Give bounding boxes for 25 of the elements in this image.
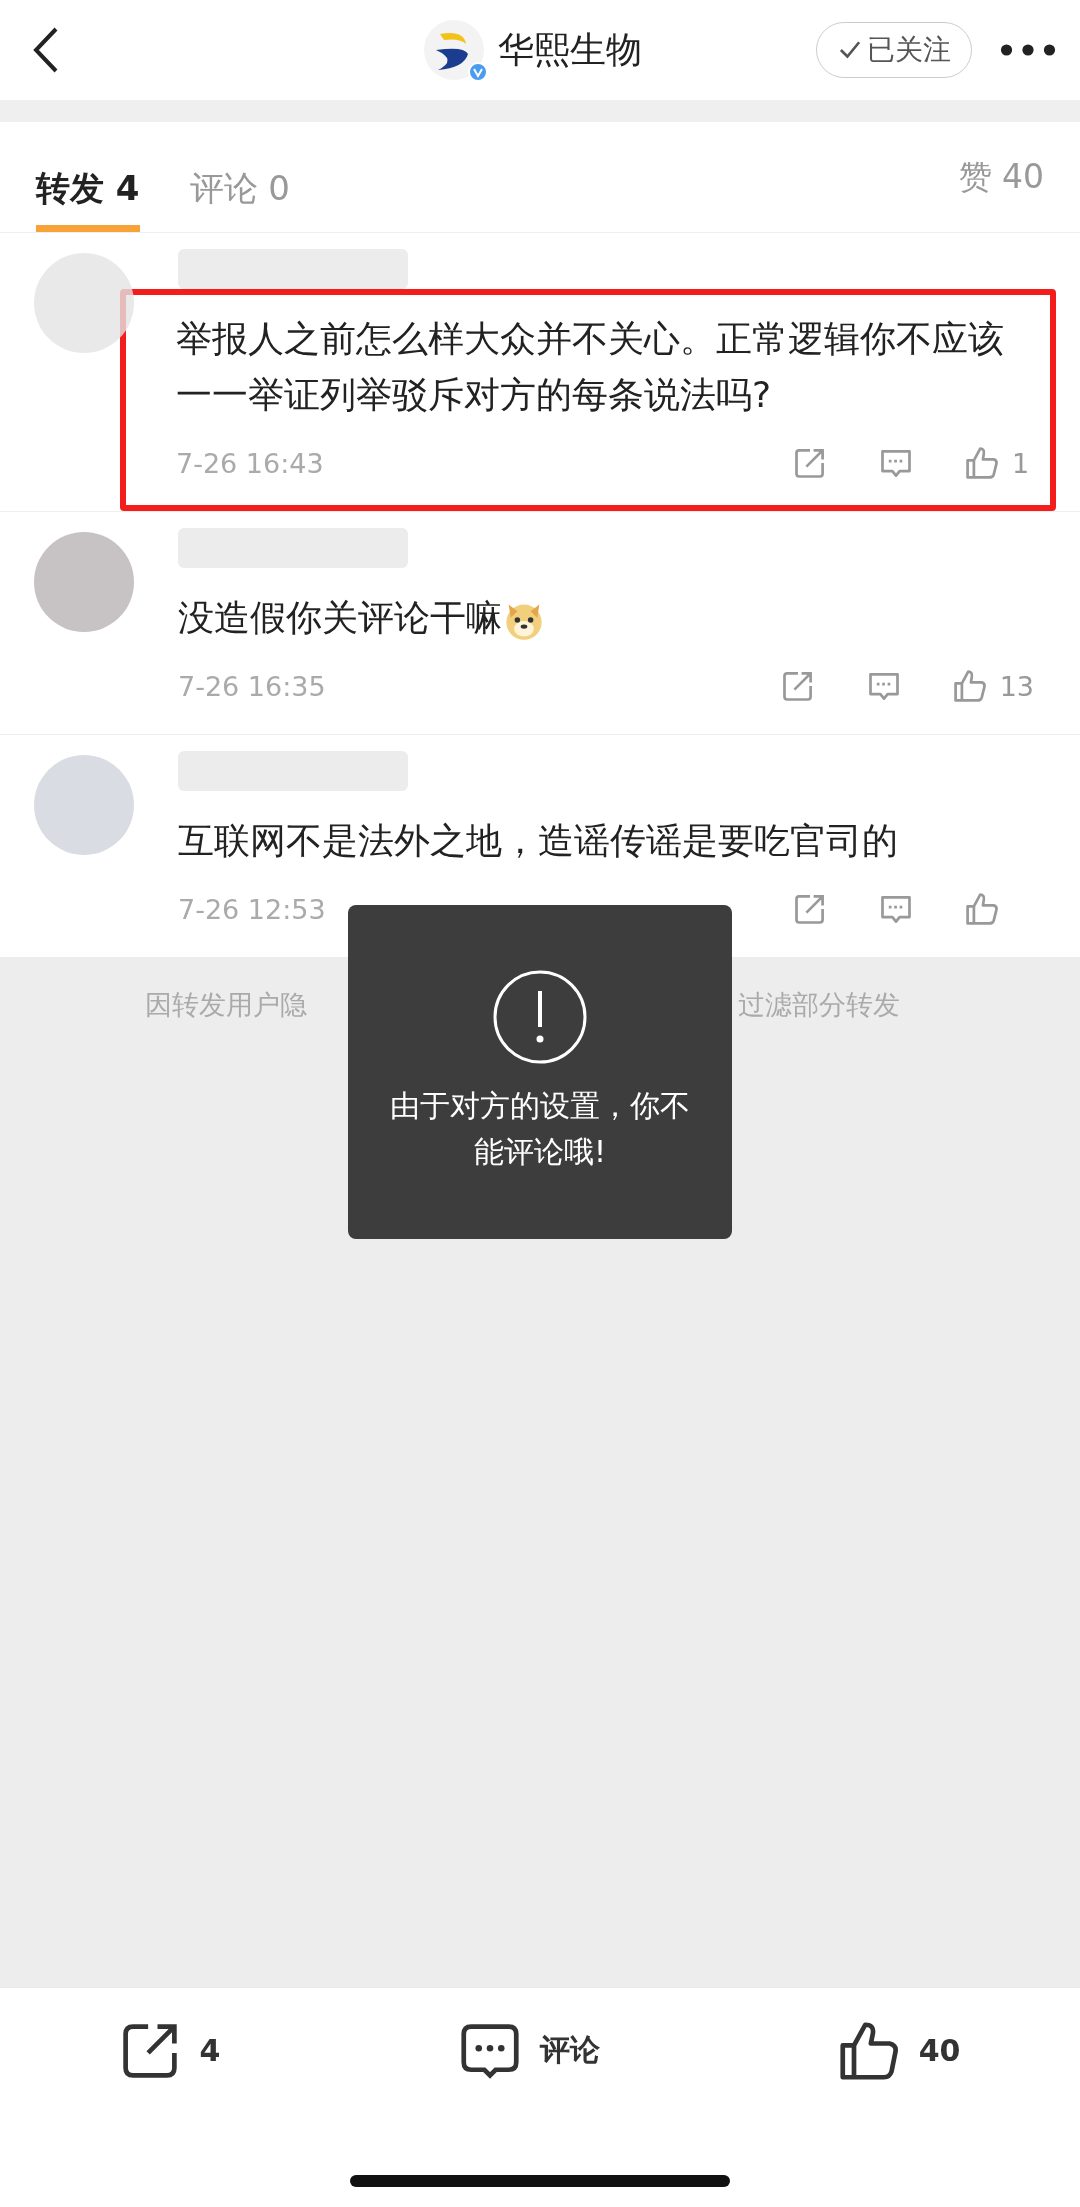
repost-button[interactable]: 4 [113,2019,227,2082]
comment-text: 没造假你关评论干嘛 [178,590,1034,646]
like-count: 13 [999,670,1034,702]
comment-button[interactable]: 评论 [453,2019,606,2082]
like-button[interactable]: 40 [832,2019,967,2082]
comment-time: 7-26 16:35 [178,670,326,702]
follow-button[interactable]: 已关注 [816,22,972,78]
comment-text: 举报人之前怎么样大众并不关心。正常逻辑你不应该一一举证列举驳斥对方的每条说法吗? [176,317,1005,417]
thumbs-up-icon[interactable] [964,445,1000,481]
tab[interactable]: 转发 4 [36,152,140,232]
filter-note: 过滤部分转发 [738,988,900,1022]
more-icon[interactable] [1000,43,1056,57]
toast-message: 由于对方的设置，你不能评论哦! [389,1087,691,1171]
comment-time: 7-26 12:53 [178,893,326,925]
comment-text: 互联网不是法外之地，造谣传谣是要吃官司的 [178,819,899,863]
account-name: 华熙生物 [498,27,642,72]
thumbs-up-icon [838,2020,899,2081]
like-count: 赞 40 [958,155,1044,198]
thumbs-up-icon[interactable] [951,668,988,704]
comment-time: 7-26 16:43 [176,447,324,479]
logo-icon [424,20,484,80]
thumbs-up-icon[interactable] [964,891,1000,927]
warning-icon [492,969,588,1065]
like-count: 1 [1012,447,1030,479]
filter-note: 因转发用户隐 [145,988,307,1022]
